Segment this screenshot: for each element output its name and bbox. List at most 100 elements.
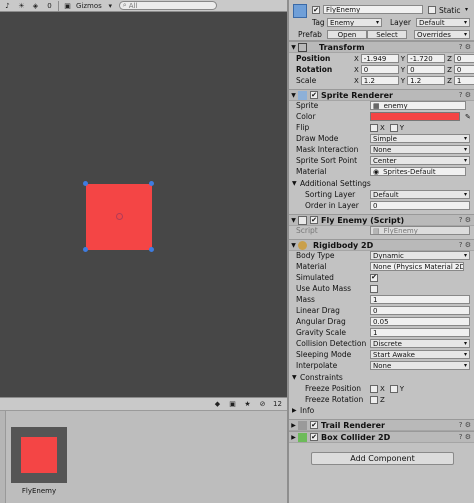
chevron-down-icon: ▾ — [463, 191, 467, 198]
project-folder-tree[interactable] — [0, 411, 6, 503]
sleeping-mode-dropdown[interactable]: Start Awake ▾ — [370, 350, 470, 359]
rect-handle-bottom-left[interactable] — [83, 247, 88, 252]
component-menu-icon[interactable]: ? ⚙ — [459, 91, 471, 99]
static-dropdown-arrow-icon[interactable]: ▾ — [465, 6, 468, 13]
prefab-overrides-dropdown[interactable]: Overrides ▾ — [414, 30, 470, 39]
rotation-y-field[interactable]: 0 — [407, 65, 446, 74]
camera-settings-icon[interactable]: ▣ — [62, 1, 73, 11]
trail-renderer-icon — [298, 420, 307, 430]
freeze-pos-y-checkbox[interactable] — [389, 384, 398, 393]
prefab-select-button[interactable]: Select — [367, 30, 407, 39]
add-component-button[interactable]: Add Component — [311, 452, 454, 465]
box-collider-header[interactable]: ▶ ✔ Box Collider 2D ? ⚙ — [289, 431, 474, 443]
effects-toggle-icon[interactable]: ☀ — [16, 1, 27, 11]
body-type-value: Dynamic — [373, 251, 404, 260]
gravity-scale-field[interactable]: 1 — [370, 328, 470, 337]
mask-interaction-value: None — [373, 145, 392, 154]
additional-settings-row[interactable]: ▼ Additional Settings — [289, 178, 474, 189]
mass-field[interactable]: 1 — [370, 295, 470, 304]
sorting-layer-dropdown[interactable]: Default ▾ — [370, 190, 470, 199]
audio-toggle-icon[interactable]: ♪ — [2, 1, 13, 11]
hidden-packages-icon[interactable]: ⊘ — [257, 399, 268, 409]
fold-arrow-icon[interactable]: ▼ — [292, 180, 297, 187]
component-menu-icon[interactable]: ? ⚙ — [459, 216, 471, 224]
script-field: ▤ FlyEnemy — [370, 226, 470, 235]
scale-x-field[interactable]: 1.2 — [360, 76, 399, 85]
fold-arrow-icon[interactable]: ▼ — [292, 374, 297, 381]
filter-type-icon[interactable]: ◆ — [212, 399, 223, 409]
collision-detection-label: Collision Detection — [296, 339, 367, 348]
object-active-checkbox[interactable]: ✔ — [312, 6, 320, 14]
hidden-layers-icon[interactable]: ◈ — [30, 1, 41, 11]
rect-handle-top-right[interactable] — [149, 181, 154, 186]
constraints-row[interactable]: ▼ Constraints — [289, 372, 474, 383]
rb-material-field[interactable]: None (Physics Material 2D — [370, 262, 464, 271]
color-swatch[interactable] — [370, 112, 460, 121]
eyedropper-icon[interactable]: ✎ — [465, 113, 471, 121]
draw-mode-dropdown[interactable]: Simple ▾ — [370, 134, 470, 143]
order-in-layer-row: Order in Layer 0 — [289, 200, 474, 211]
simulated-label: Simulated — [296, 273, 334, 282]
order-in-layer-field[interactable]: 0 — [370, 201, 470, 210]
fold-arrow-icon[interactable]: ▼ — [289, 242, 298, 249]
prefab-open-button[interactable]: Open — [327, 30, 367, 39]
interpolate-dropdown[interactable]: None ▾ — [370, 361, 470, 370]
additional-settings-label: Additional Settings — [300, 179, 371, 188]
sprite-renderer-enabled-checkbox[interactable]: ✔ — [310, 91, 318, 99]
trail-renderer-header[interactable]: ▶ ✔ Trail Renderer ? ⚙ — [289, 419, 474, 431]
fold-arrow-icon[interactable]: ▼ — [289, 44, 298, 51]
collision-detection-dropdown[interactable]: Discrete ▾ — [370, 339, 470, 348]
fly-enemy-enabled-checkbox[interactable]: ✔ — [310, 216, 318, 224]
rect-handle-top-left[interactable] — [83, 181, 88, 186]
angular-drag-field[interactable]: 0.05 — [370, 317, 470, 326]
scene-view[interactable]: ♪ ☀ ◈ 0 ▣ Gizmos ▾ ⌕ All — [0, 0, 287, 397]
fold-arrow-icon[interactable]: ▼ — [289, 92, 298, 99]
component-menu-icon[interactable]: ? ⚙ — [459, 433, 471, 441]
auto-mass-checkbox[interactable] — [370, 284, 378, 293]
rotation-z-field[interactable]: 0 — [453, 65, 474, 74]
component-menu-icon[interactable]: ? ⚙ — [459, 43, 471, 51]
linear-drag-field[interactable]: 0 — [370, 306, 470, 315]
layer-dropdown[interactable]: Default ▾ — [416, 18, 470, 27]
script-icon — [298, 215, 307, 225]
object-name-field[interactable]: FlyEnemy — [323, 5, 423, 14]
body-type-dropdown[interactable]: Dynamic ▾ — [370, 251, 470, 260]
gizmos-dropdown[interactable]: Gizmos — [76, 1, 102, 11]
scale-y-field[interactable]: 1.2 — [407, 76, 446, 85]
material-field[interactable]: ◉ Sprites-Default — [370, 167, 466, 176]
component-menu-icon[interactable]: ? ⚙ — [459, 421, 471, 429]
favorites-icon[interactable]: ★ — [242, 399, 253, 409]
sort-point-dropdown[interactable]: Center ▾ — [370, 156, 470, 165]
tag-dropdown[interactable]: Enemy ▾ — [327, 18, 382, 27]
info-row[interactable]: ▶ Info — [289, 405, 474, 416]
flip-x-checkbox[interactable] — [370, 123, 378, 132]
freeze-pos-x-checkbox[interactable] — [370, 384, 378, 393]
position-x-field[interactable]: -1.949 — [360, 54, 399, 63]
component-menu-icon[interactable]: ? ⚙ — [459, 241, 471, 249]
filter-label-icon[interactable]: ▣ — [227, 399, 238, 409]
sleeping-mode-value: Start Awake — [373, 350, 415, 359]
transform-header[interactable]: ▼ Transform ? ⚙ — [289, 41, 474, 53]
box-collider-enabled-checkbox[interactable]: ✔ — [310, 433, 318, 441]
gizmos-dropdown-arrow-icon[interactable]: ▾ — [105, 1, 116, 11]
trail-renderer-enabled-checkbox[interactable]: ✔ — [310, 421, 318, 429]
fold-arrow-icon[interactable]: ▶ — [289, 422, 298, 429]
position-z-field[interactable]: 0 — [453, 54, 474, 63]
static-checkbox[interactable] — [428, 6, 436, 14]
simulated-checkbox[interactable]: ✔ — [370, 273, 378, 282]
fold-arrow-icon[interactable]: ▼ — [289, 217, 298, 224]
asset-thumbnail[interactable] — [11, 427, 67, 483]
position-y-field[interactable]: -1.720 — [407, 54, 446, 63]
mask-interaction-dropdown[interactable]: None ▾ — [370, 145, 470, 154]
fold-arrow-icon[interactable]: ▶ — [292, 407, 297, 414]
fold-arrow-icon[interactable]: ▶ — [289, 434, 298, 441]
flip-y-checkbox[interactable] — [389, 123, 398, 132]
rect-handle-bottom-right[interactable] — [149, 247, 154, 252]
scene-search-input[interactable]: ⌕ All — [118, 1, 217, 10]
freeze-rot-z-label: Z — [380, 395, 385, 404]
pivot-handle[interactable] — [116, 213, 123, 220]
freeze-rot-z-checkbox[interactable] — [370, 395, 378, 404]
sprite-field[interactable]: ▦ enemy — [370, 101, 466, 110]
rotation-x-field[interactable]: 0 — [360, 65, 399, 74]
scale-z-field[interactable]: 1 — [453, 76, 474, 85]
